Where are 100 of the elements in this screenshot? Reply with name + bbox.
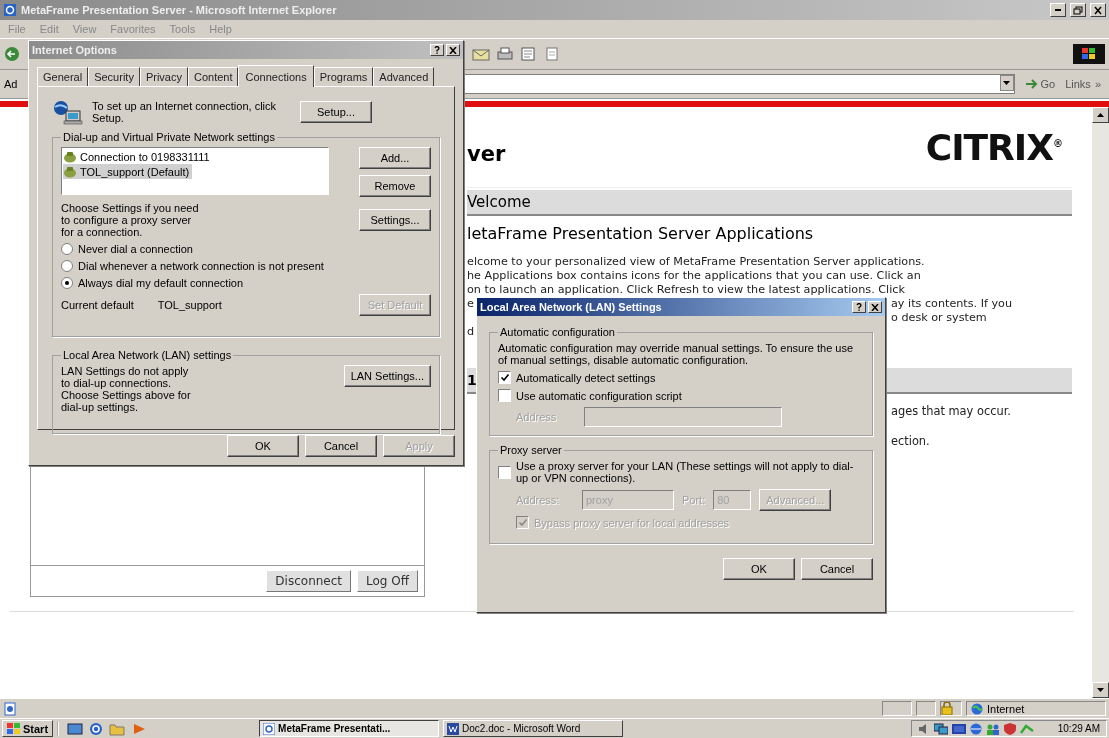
go-label: Go — [1040, 78, 1056, 90]
ok-button[interactable]: OK — [227, 435, 299, 457]
field-label: Current default — [61, 299, 134, 311]
folder-icon[interactable] — [109, 721, 126, 736]
tab[interactable]: Security — [88, 67, 140, 86]
welcome-heading: Velcome — [467, 190, 1072, 216]
cancel-button[interactable]: Cancel — [801, 558, 873, 580]
close-icon — [871, 303, 879, 311]
settings-button[interactable]: Settings... — [359, 209, 431, 231]
group-label: Dial-up and Virtual Private Network settings — [62, 131, 276, 143]
field-value: TOL_support — [157, 299, 222, 311]
down-arrow-icon — [1097, 688, 1104, 692]
close-button[interactable] — [446, 44, 460, 56]
taskbar-button[interactable]: MetaFrame Presentati... — [259, 720, 440, 737]
close-icon — [449, 46, 457, 54]
tab[interactable]: Advanced — [373, 67, 435, 86]
address-field[interactable] — [463, 74, 1015, 94]
phone-icon — [63, 165, 77, 178]
help-button[interactable] — [852, 301, 866, 313]
globe-icon[interactable] — [969, 722, 982, 735]
cancel-button[interactable]: Cancel — [305, 435, 377, 457]
links-button[interactable]: Links — [1065, 78, 1091, 90]
radio-option[interactable]: Never dial a connection — [61, 243, 431, 255]
page-icon — [3, 701, 17, 716]
logo: CITRIX$^{®}$ — [925, 126, 1062, 168]
tab[interactable]: Connections — [238, 65, 314, 87]
group-label: Automatic configuration — [499, 326, 616, 338]
group-label: Proxy server — [499, 444, 563, 456]
go-button[interactable]: Go — [1020, 78, 1060, 90]
windows-logo-icon — [7, 722, 21, 735]
connection-list[interactable]: Connection to 0198331111 TOL_support (Default) — [61, 147, 329, 195]
browser-icon[interactable] — [89, 721, 104, 736]
paragraph-line: he Applications box contains icons for the applications that you can use. Click an — [467, 269, 921, 283]
edit-icon[interactable] — [520, 46, 538, 62]
browser-icon — [263, 722, 276, 735]
logo-drawing — [1073, 44, 1105, 64]
scrollbar[interactable] — [1092, 107, 1109, 698]
status-panel — [882, 701, 912, 716]
more-button[interactable]: » — [1094, 78, 1101, 90]
window-title: MetaFrame Presentation Server - Microsoft Internet Explorer — [21, 4, 337, 16]
minimize-button[interactable] — [1050, 3, 1066, 17]
tab[interactable]: Privacy — [139, 67, 188, 86]
shield-icon[interactable] — [1003, 722, 1016, 735]
restore-button[interactable] — [1070, 3, 1086, 17]
dialog-title: Internet Options — [32, 44, 117, 56]
lan-settings-button[interactable]: LAN Settings... — [343, 365, 431, 387]
paragraph-line: e — [467, 297, 474, 311]
radio-button[interactable] — [61, 277, 73, 289]
page-heading: ver — [467, 141, 506, 166]
phone-icon — [63, 150, 77, 163]
disconnect-button[interactable]: Disconnect — [266, 570, 352, 592]
help-button[interactable] — [430, 44, 444, 56]
checkbox[interactable] — [498, 389, 511, 402]
close-button[interactable] — [868, 301, 882, 313]
checkmark-icon — [499, 373, 510, 382]
close-button[interactable] — [1090, 3, 1106, 17]
section-title: letaFrame Presentation Server Applications — [467, 224, 815, 243]
paragraph-line: on to launch an application. Click Refresh to view the latest applications. Click — [467, 283, 905, 297]
paragraph-line: ages that may occur. — [891, 404, 1012, 419]
tab[interactable]: General — [37, 67, 89, 86]
browser-icon — [3, 3, 17, 17]
radio-option[interactable]: Dial whenever a network connection is not present — [61, 260, 431, 272]
checkbox-option[interactable]: Automatically detect settings — [498, 371, 864, 384]
checkbox[interactable] — [498, 371, 511, 384]
help-icon — [434, 46, 440, 54]
dialog-title: Local Area Network (LAN) Settings — [480, 301, 662, 313]
setup-button[interactable]: Setup... — [300, 101, 372, 123]
radio-option[interactable]: Always dial my default connection — [61, 277, 431, 289]
start-button[interactable]: Start — [2, 720, 54, 737]
setup-text: To set up an Internet connection, click Setup. — [92, 100, 278, 124]
mail-icon[interactable] — [472, 46, 490, 62]
tab[interactable]: Content — [187, 67, 239, 86]
paragraph-line: ection. — [891, 434, 931, 449]
paragraph-line: d — [467, 325, 475, 339]
list-item[interactable]: TOL_support (Default) — [63, 164, 193, 179]
radio-button[interactable] — [61, 243, 73, 255]
tab[interactable]: Programs — [313, 67, 374, 86]
description-text: Automatic configuration may override manual settings. To ensure the use of manual settings, disable automatic configuration. — [498, 342, 855, 366]
minimize-icon — [1055, 9, 1061, 11]
status-panel — [916, 701, 936, 716]
print-icon[interactable] — [496, 46, 514, 62]
remove-button[interactable]: Remove — [359, 175, 431, 197]
radio-button[interactable] — [61, 260, 73, 272]
close-icon — [1093, 5, 1103, 15]
log-off-button[interactable]: Log Off — [357, 570, 418, 592]
back-icon[interactable] — [4, 46, 20, 62]
zone-label: Internet — [987, 702, 1025, 715]
add-button[interactable]: Add... — [359, 147, 431, 169]
paragraph-line: ay its contents. If you — [891, 297, 1013, 311]
ok-button[interactable]: OK — [723, 558, 795, 580]
taskbar-button[interactable]: Doc2.doc - Microsoft Word — [443, 720, 624, 737]
dropdown-button[interactable] — [999, 75, 1014, 91]
page-icon[interactable] — [544, 46, 560, 62]
help-icon — [856, 303, 862, 311]
restore-icon — [1073, 5, 1083, 15]
list-item[interactable]: Connection to 0198331111 — [63, 149, 213, 164]
up-arrow-icon — [1097, 113, 1104, 117]
people-icon[interactable] — [985, 722, 1000, 735]
checkmark-icon — [517, 518, 528, 527]
desktop-icon[interactable] — [67, 721, 84, 736]
